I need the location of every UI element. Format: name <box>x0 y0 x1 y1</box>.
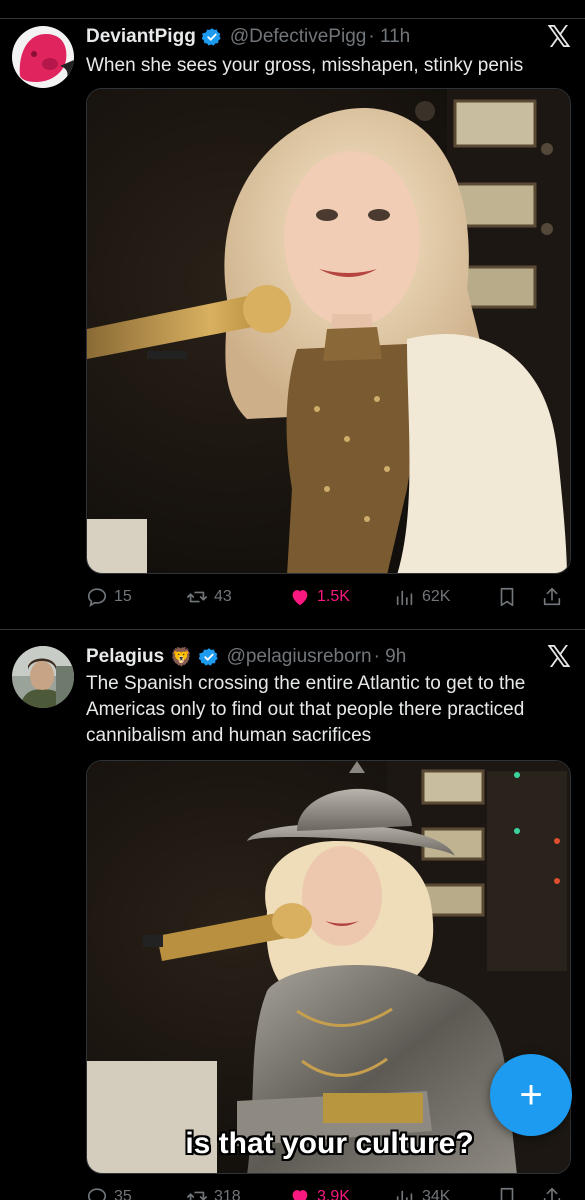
retweet-button[interactable]: 43 <box>186 580 232 614</box>
verified-badge-icon <box>198 648 218 666</box>
timestamp[interactable]: · 9h <box>374 646 407 668</box>
x-logo-icon: 𝕏 <box>546 641 571 674</box>
timestamp[interactable]: · 11h <box>368 26 410 48</box>
like-button[interactable]: 1.5K <box>289 580 350 614</box>
avatar[interactable] <box>12 646 74 708</box>
meme-caption: is that your culture? <box>185 1127 474 1160</box>
share-icon <box>543 1187 561 1200</box>
bookmark-icon <box>500 1187 514 1200</box>
x-logo-icon: 𝕏 <box>546 21 571 54</box>
views-icon <box>396 1190 413 1200</box>
reply-icon <box>87 588 107 607</box>
retweet-button[interactable]: 318 <box>186 1180 241 1200</box>
tweet-header: DeviantPigg @DefectivePigg · 11h <box>86 24 410 50</box>
avatar[interactable] <box>12 26 74 88</box>
tweet-text: The Spanish crossing the entire Atlantic… <box>86 673 526 746</box>
like-count: 1.5K <box>317 588 350 605</box>
tweet-header: Pelagius 🦁 @pelagiusreborn · 9h <box>86 644 406 670</box>
display-name[interactable]: Pelagius <box>86 646 164 668</box>
handle[interactable]: @pelagiusreborn <box>227 646 372 668</box>
views-button[interactable]: 34K <box>394 1180 450 1200</box>
tweet-image[interactable] <box>86 88 571 574</box>
verified-badge-icon <box>201 28 221 46</box>
retweet-icon <box>187 591 207 603</box>
lion-emoji: 🦁 <box>170 646 193 667</box>
display-name[interactable]: DeviantPigg <box>86 26 196 48</box>
reply-icon <box>87 1188 107 1200</box>
reply-button[interactable]: 35 <box>86 1180 132 1200</box>
bookmark-button[interactable] <box>496 1180 524 1200</box>
share-button[interactable] <box>541 580 569 614</box>
bookmark-button[interactable] <box>496 580 524 614</box>
reply-count: 15 <box>114 588 132 605</box>
tweet-divider <box>0 629 585 630</box>
share-icon <box>543 587 561 606</box>
like-count: 3.9K <box>317 1188 350 1200</box>
tweet-text: When she sees your gross, misshapen, sti… <box>86 55 524 76</box>
tweet-actions: 15 43 1.5K 62K <box>86 580 571 614</box>
share-button[interactable] <box>541 1180 569 1200</box>
retweet-icon <box>187 1191 207 1200</box>
compose-button[interactable]: + <box>490 1054 572 1136</box>
heart-icon <box>292 590 308 606</box>
handle[interactable]: @DefectivePigg <box>230 26 367 48</box>
photo-singer-microphone <box>87 89 570 573</box>
bookmark-icon <box>500 587 514 607</box>
views-icon <box>396 590 413 606</box>
top-divider <box>0 18 585 19</box>
retweet-count: 43 <box>214 588 232 605</box>
view-count: 62K <box>422 588 451 605</box>
like-button[interactable]: 3.9K <box>289 1180 350 1200</box>
heart-icon <box>292 1190 308 1200</box>
retweet-count: 318 <box>214 1188 241 1200</box>
reply-button[interactable]: 15 <box>86 580 132 614</box>
tweet-actions: 35 318 3.9K 34K <box>86 1180 571 1200</box>
plus-icon: + <box>519 1073 543 1117</box>
views-button[interactable]: 62K <box>394 580 450 614</box>
reply-count: 35 <box>114 1188 132 1200</box>
view-count: 34K <box>422 1188 451 1200</box>
